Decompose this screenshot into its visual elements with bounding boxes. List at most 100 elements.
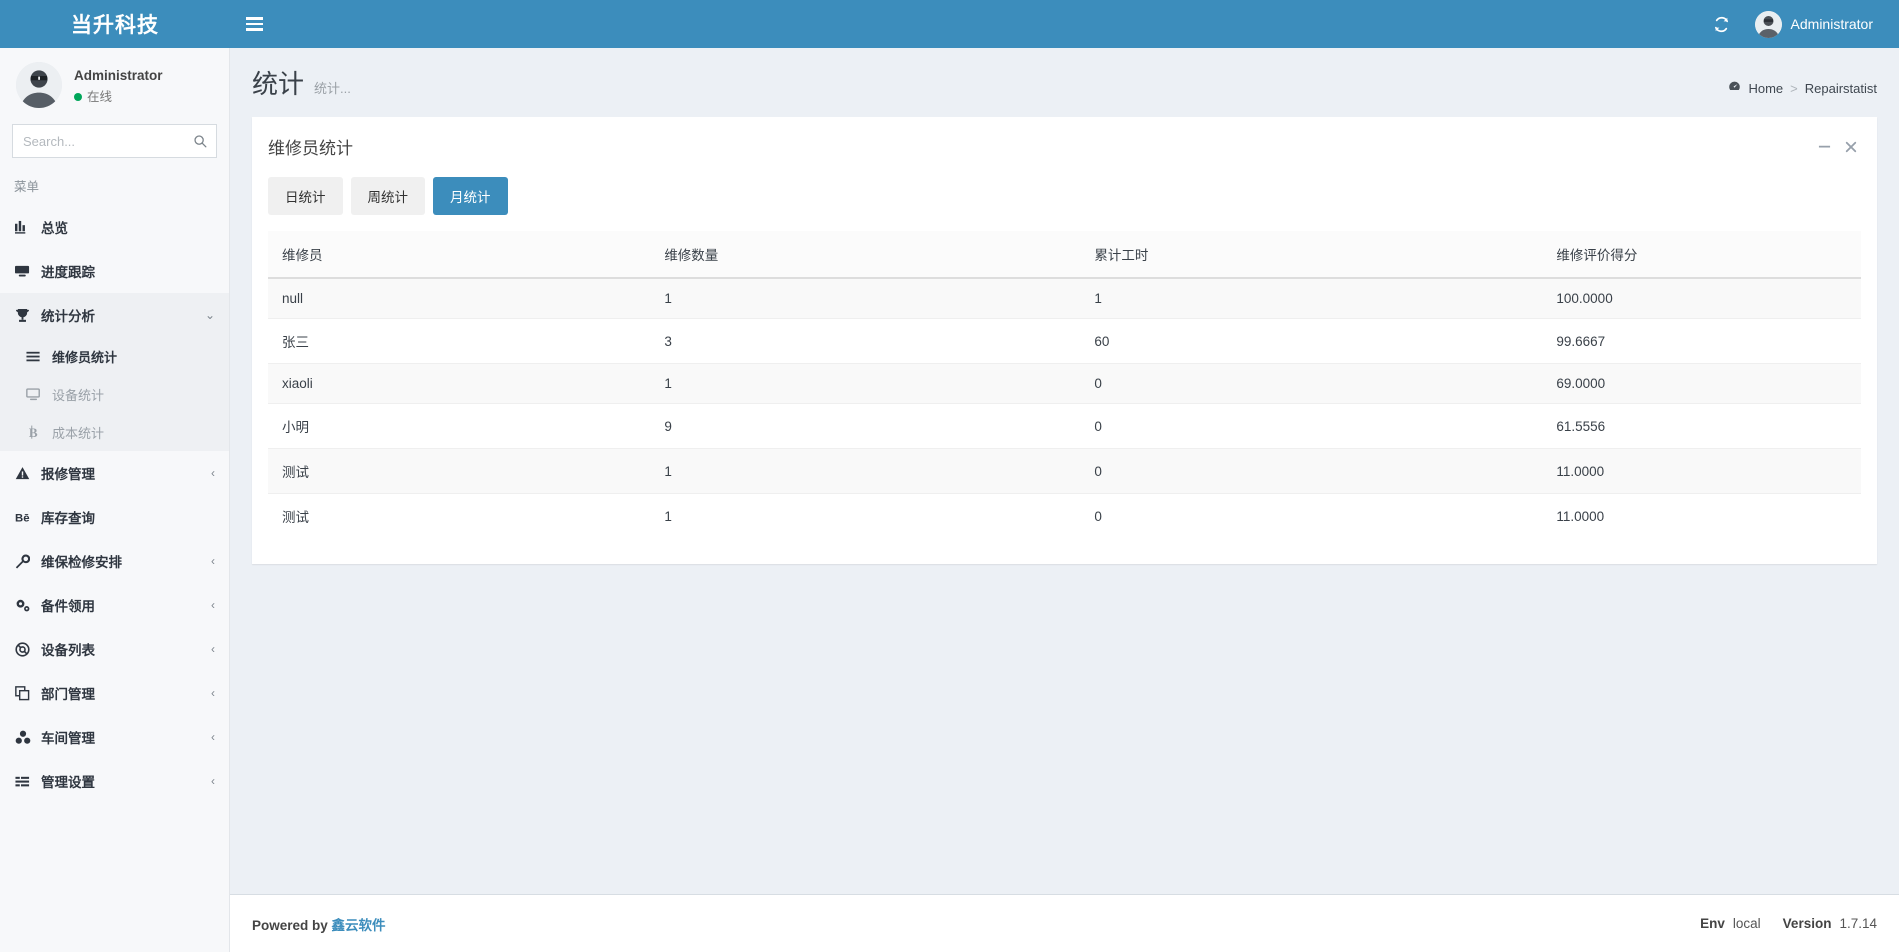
sidebar-item-repair-management[interactable]: 报修管理 ‹ [0, 451, 229, 495]
sidebar-item-admin-settings[interactable]: 管理设置 ‹ [0, 759, 229, 803]
page-subtitle: 统计... [314, 78, 351, 97]
wrench-icon [15, 554, 37, 569]
chevron-left-icon: ‹ [211, 730, 215, 744]
sidebar-user-status-label: 在线 [87, 88, 112, 107]
table-row[interactable]: 测试 1 0 11.0000 [268, 494, 1861, 539]
warning-icon [15, 466, 37, 481]
life-ring-icon [15, 642, 37, 657]
card-title: 维修员统计 [268, 134, 353, 159]
powered-by-link[interactable]: 鑫云软件 [332, 918, 386, 933]
sidebar-item-repairman-statistics[interactable]: 维修员统计 [0, 337, 229, 375]
behance-icon: Bē [15, 510, 37, 525]
chevron-left-icon: ‹ [211, 642, 215, 656]
sidebar-item-label: 成本统计 [48, 423, 215, 442]
breadcrumb: Home > Repairstatist [1728, 80, 1877, 96]
cell-rating-score: 69.0000 [1542, 364, 1861, 404]
sidebar-item-label: 维修员统计 [48, 347, 215, 366]
cell-repair-count: 1 [650, 278, 1080, 319]
avatar [1755, 11, 1782, 38]
card-header: 维修员统计 [252, 120, 1877, 165]
online-status-dot [74, 93, 82, 101]
cell-repairman: null [268, 278, 650, 319]
page-footer: Powered by 鑫云软件 Env local Version 1.7.14 [230, 894, 1899, 952]
monitor-icon [26, 387, 48, 402]
cell-total-hours: 0 [1080, 364, 1542, 404]
footer-meta: Env local Version 1.7.14 [1700, 916, 1877, 931]
search-box [12, 124, 217, 158]
cell-repair-count: 1 [650, 494, 1080, 539]
table-row[interactable]: xiaoli 1 0 69.0000 [268, 364, 1861, 404]
sidebar-item-label: 部门管理 [37, 683, 211, 703]
powered-by: Powered by 鑫云软件 [252, 914, 386, 934]
sidebar-item-label: 报修管理 [37, 463, 211, 483]
sidebar-item-department-management[interactable]: 部门管理 ‹ [0, 671, 229, 715]
cell-repair-count: 1 [650, 449, 1080, 494]
cell-repairman: 张三 [268, 319, 650, 364]
cell-rating-score: 99.6667 [1542, 319, 1861, 364]
sidebar-submenu-statistics: 维修员统计 设备统计 B 成本统计 [0, 337, 229, 451]
column-header-total-hours[interactable]: 累计工时 [1080, 231, 1542, 278]
sidebar-item-device-statistics[interactable]: 设备统计 [0, 375, 229, 413]
tab-daily[interactable]: 日统计 [268, 177, 343, 215]
topbar-right-group: Administrator [1701, 0, 1899, 48]
sidebar-item-statistics-analysis[interactable]: 统计分析 ⌄ [0, 293, 229, 337]
table-header-row: 维修员 维修数量 累计工时 维修评价得分 [268, 231, 1861, 278]
column-header-repairman[interactable]: 维修员 [268, 231, 650, 278]
hamburger-icon[interactable] [230, 0, 278, 48]
card-tools [1818, 140, 1861, 153]
content-area: 统计 统计... Home > Repairstatist 维修员统计 [230, 48, 1899, 952]
table-head: 维修员 维修数量 累计工时 维修评价得分 [268, 231, 1861, 278]
cell-repairman: xiaoli [268, 364, 650, 404]
desktop-icon [15, 264, 37, 279]
cell-total-hours: 60 [1080, 319, 1542, 364]
cell-rating-score: 11.0000 [1542, 494, 1861, 539]
cell-total-hours: 0 [1080, 449, 1542, 494]
svg-text:Bē: Bē [15, 512, 30, 524]
sidebar-item-progress-tracking[interactable]: 进度跟踪 [0, 249, 229, 293]
minimize-icon[interactable] [1818, 140, 1831, 153]
dashboard-icon [1728, 80, 1741, 96]
breadcrumb-home[interactable]: Home [1748, 81, 1783, 96]
table-row[interactable]: 张三 3 60 99.6667 [268, 319, 1861, 364]
sidebar-item-inventory-query[interactable]: Bē 库存查询 [0, 495, 229, 539]
sidebar-item-cost-statistics[interactable]: B 成本统计 [0, 413, 229, 451]
user-menu[interactable]: Administrator [1743, 0, 1889, 48]
column-header-rating-score[interactable]: 维修评价得分 [1542, 231, 1861, 278]
sidebar-user-panel[interactable]: Administrator 在线 [0, 48, 229, 120]
sidebar-item-label: 管理设置 [37, 771, 211, 791]
cell-rating-score: 100.0000 [1542, 278, 1861, 319]
cell-rating-score: 11.0000 [1542, 449, 1861, 494]
hamburger-bars [246, 14, 263, 34]
sidebar-item-maintenance-schedule[interactable]: 维保检修安排 ‹ [0, 539, 229, 583]
table-row[interactable]: 小明 9 0 61.5556 [268, 404, 1861, 449]
cell-repair-count: 3 [650, 319, 1080, 364]
trophy-icon [15, 308, 37, 323]
sidebar-item-label: 设备统计 [48, 385, 215, 404]
refresh-icon[interactable] [1701, 0, 1743, 48]
search-icon[interactable] [184, 125, 216, 157]
chevron-left-icon: ‹ [211, 466, 215, 480]
clone-icon [15, 686, 37, 701]
sidebar-item-device-list[interactable]: 设备列表 ‹ [0, 627, 229, 671]
sidebar-item-label: 维保检修安排 [37, 551, 211, 571]
svg-text:B: B [29, 425, 38, 440]
bar-chart-icon [15, 220, 37, 235]
tab-weekly[interactable]: 周统计 [351, 177, 426, 215]
table-body: null 1 1 100.0000 张三 3 60 99.6667 xiaoli… [268, 278, 1861, 538]
table-row[interactable]: null 1 1 100.0000 [268, 278, 1861, 319]
brand-logo[interactable]: 当升科技 [0, 0, 230, 48]
cell-repairman: 测试 [268, 494, 650, 539]
sidebar-item-workshop-management[interactable]: 车间管理 ‹ [0, 715, 229, 759]
tab-monthly[interactable]: 月统计 [433, 177, 508, 215]
sidebar-user-name: Administrator [74, 68, 163, 83]
table-row[interactable]: 测试 1 0 11.0000 [268, 449, 1861, 494]
sidebar-search-wrap [0, 120, 229, 158]
sidebar-item-overview[interactable]: 总览 [0, 205, 229, 249]
cell-repairman: 测试 [268, 449, 650, 494]
column-header-repair-count[interactable]: 维修数量 [650, 231, 1080, 278]
chevron-down-icon: ⌄ [205, 308, 215, 322]
close-icon[interactable] [1845, 140, 1857, 153]
sidebar-menu-header: 菜单 [0, 158, 229, 205]
sidebar-item-spare-parts[interactable]: 备件领用 ‹ [0, 583, 229, 627]
cell-total-hours: 0 [1080, 494, 1542, 539]
